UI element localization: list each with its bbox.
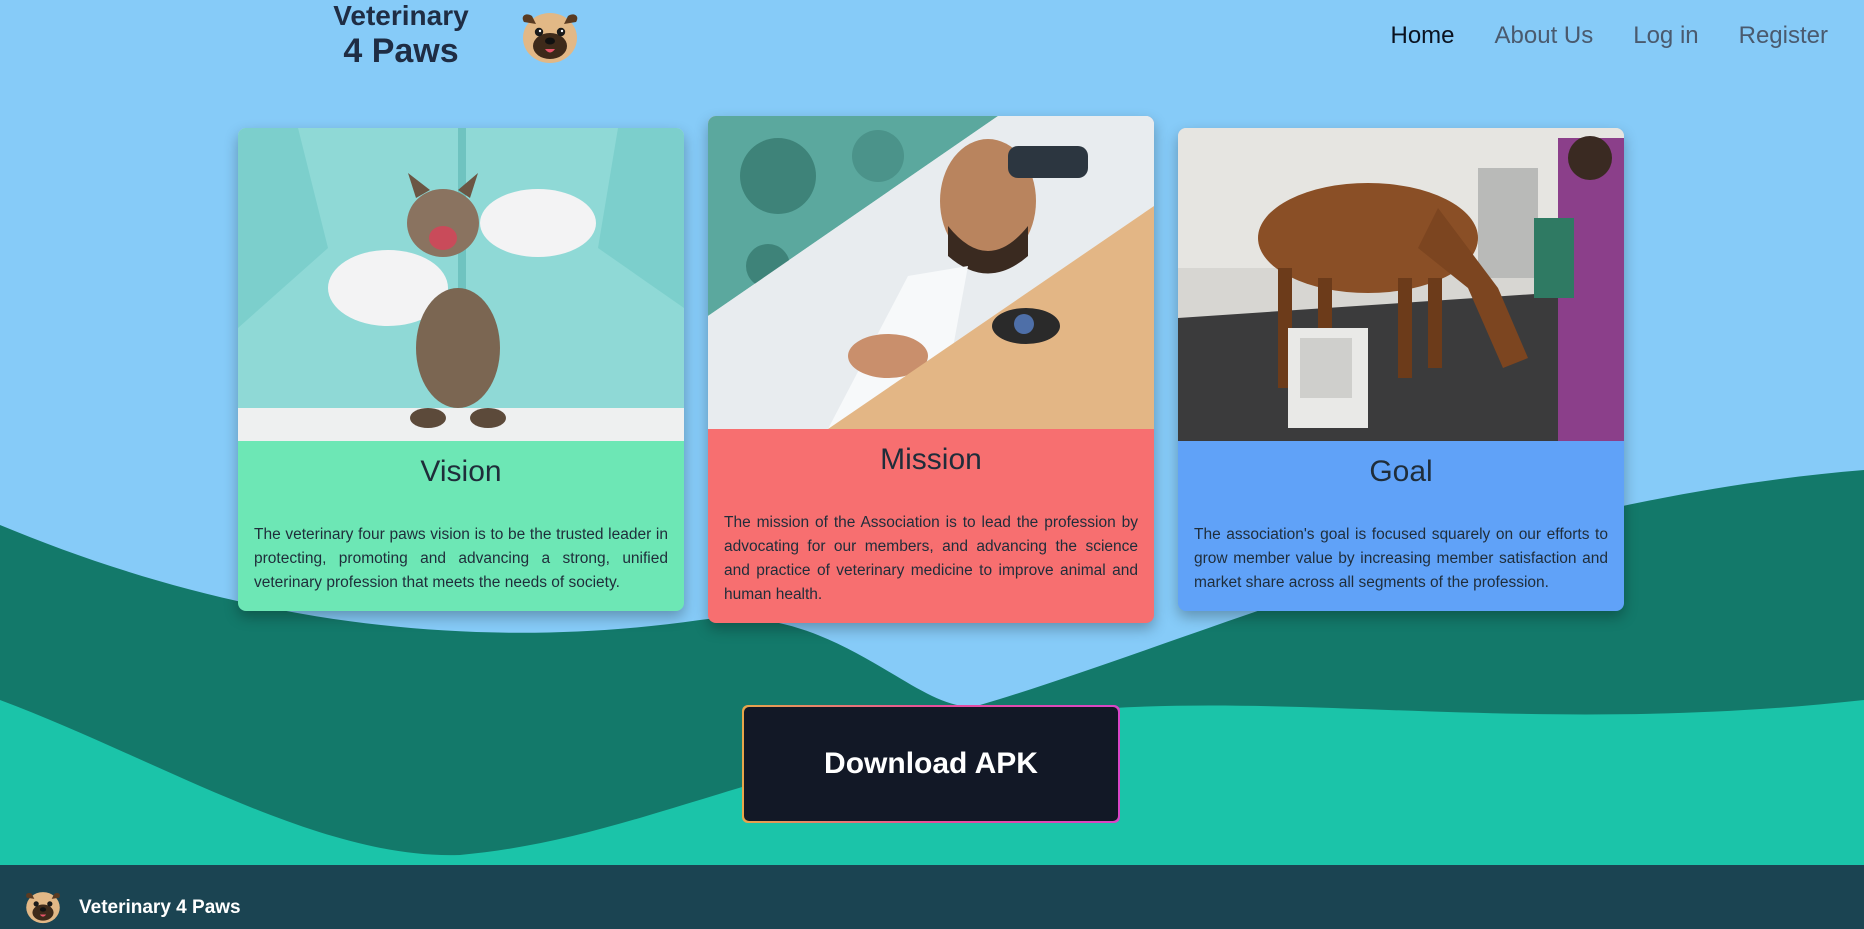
mission-photo-scientist-microscope: [708, 116, 1154, 429]
goal-text: The association's goal is focused square…: [1194, 526, 1608, 591]
mission-title: Mission: [880, 443, 982, 476]
nav-log-in[interactable]: Log in: [1633, 22, 1698, 50]
vision-card: Vision The veterinary four paws vision i…: [238, 128, 684, 611]
mission-text: The mission of the Association is to lea…: [724, 514, 1138, 603]
goal-photo-horse-clinic: [1178, 128, 1624, 441]
brand-line2: 4 Paws: [343, 32, 459, 70]
vision-title: Vision: [420, 455, 502, 488]
footer-brand-name: Veterinary 4 Paws: [79, 897, 241, 918]
nav-register[interactable]: Register: [1739, 22, 1828, 50]
vision-photo-vet-with-kitten: [238, 128, 684, 441]
pug-dog-icon[interactable]: [518, 8, 582, 66]
goal-card: Goal The association's goal is focused s…: [1178, 128, 1624, 611]
goal-title: Goal: [1369, 455, 1433, 488]
download-apk-button[interactable]: Download APK: [742, 705, 1120, 823]
nav-home[interactable]: Home: [1390, 22, 1454, 50]
pug-dog-icon: [26, 892, 60, 924]
brand-line1: Veterinary: [333, 0, 469, 31]
nav-about-us[interactable]: About Us: [1495, 22, 1594, 50]
mission-card: Mission The mission of the Association i…: [708, 116, 1154, 623]
download-apk-label: Download APK: [744, 707, 1118, 821]
brand-title[interactable]: Veterinary 4 Paws: [328, 0, 474, 70]
footer: Veterinary 4 Paws: [0, 865, 1864, 929]
main-nav: Home About Us Log in Register: [1350, 22, 1828, 50]
vision-text: The veterinary four paws vision is to be…: [254, 526, 668, 591]
header: Veterinary 4 Paws Home About Us Log in R…: [0, 0, 1864, 80]
